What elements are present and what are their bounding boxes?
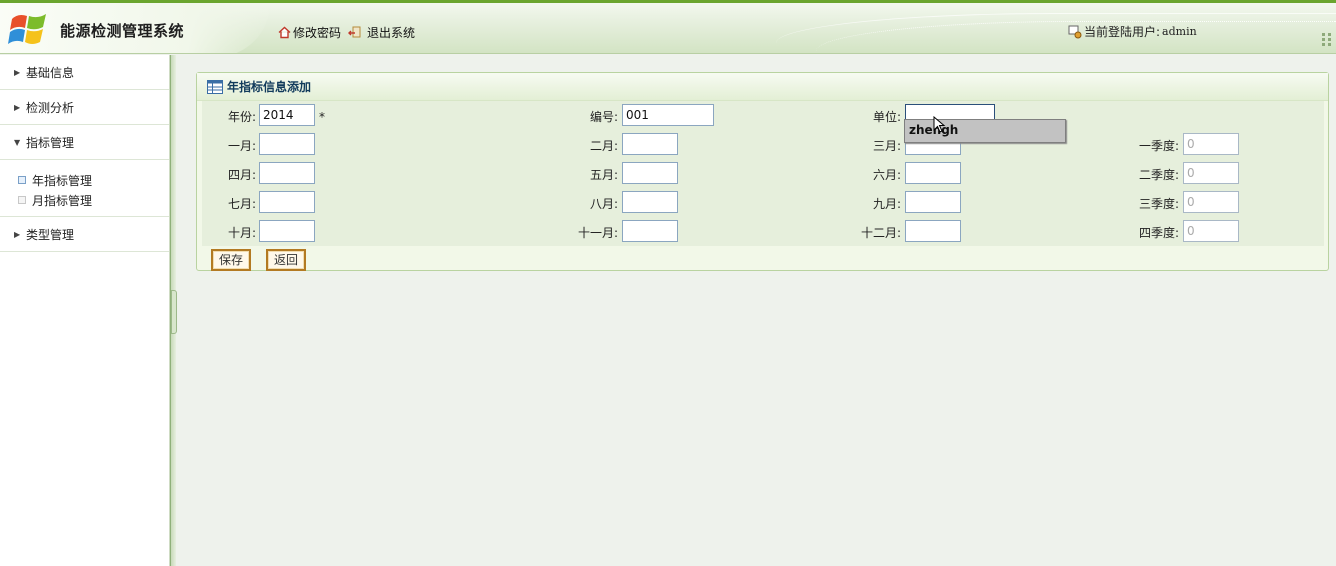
quarter-1-label: 一季度: bbox=[1138, 139, 1179, 153]
month-4-input[interactable] bbox=[259, 162, 315, 184]
month-6-input[interactable] bbox=[905, 162, 961, 184]
panel-title: 年指标信息添加 bbox=[227, 80, 312, 94]
month-11-label: 十一月: bbox=[577, 226, 618, 240]
sidebar-item-type-management[interactable]: ▶ 类型管理 bbox=[0, 217, 169, 252]
table-icon bbox=[207, 79, 223, 94]
sidebar-item-detection-analysis[interactable]: ▶ 检测分析 bbox=[0, 90, 169, 125]
chevron-down-icon: ▼ bbox=[14, 137, 21, 147]
sidebar-splitter[interactable] bbox=[170, 55, 177, 566]
code-label: 编号: bbox=[589, 110, 618, 124]
quarter-2-input bbox=[1183, 162, 1239, 184]
sidebar-item-label: 基础信息 bbox=[26, 65, 75, 80]
sidebar-subitem-year-indicator[interactable]: 年指标管理 bbox=[18, 170, 169, 190]
save-button[interactable]: 保存 bbox=[211, 249, 252, 271]
square-bullet-icon bbox=[18, 176, 26, 184]
unit-label: 单位: bbox=[872, 110, 901, 124]
logout-label: 退出系统 bbox=[367, 26, 416, 40]
logout-icon bbox=[348, 26, 361, 38]
app-title: 能源检测管理系统 bbox=[60, 22, 185, 40]
square-bullet-icon bbox=[18, 196, 26, 204]
month-9-label: 九月: bbox=[872, 197, 901, 211]
month-12-label: 十二月: bbox=[860, 226, 901, 240]
current-user-info: 当前登陆用户: admin bbox=[1068, 23, 1197, 40]
year-input[interactable] bbox=[259, 104, 315, 126]
logout-link[interactable]: 退出系统 bbox=[348, 24, 415, 41]
mouse-cursor-icon bbox=[933, 116, 946, 133]
chevron-right-icon: ▶ bbox=[14, 229, 21, 239]
sidebar-item-label: 指标管理 bbox=[26, 135, 75, 150]
month-3-label: 三月: bbox=[872, 139, 901, 153]
chevron-right-icon: ▶ bbox=[14, 67, 21, 77]
sidebar-item-label: 类型管理 bbox=[26, 227, 75, 242]
month-11-input[interactable] bbox=[622, 220, 678, 242]
month-7-label: 七月: bbox=[227, 197, 256, 211]
autocomplete-suggestion[interactable]: zhengh bbox=[904, 119, 1066, 143]
chevron-right-icon: ▶ bbox=[14, 102, 21, 112]
required-mark: * bbox=[319, 110, 325, 124]
sidebar-subitem-label: 月指标管理 bbox=[32, 193, 93, 208]
month-1-input[interactable] bbox=[259, 133, 315, 155]
quarter-2-label: 二季度: bbox=[1138, 168, 1179, 182]
splitter-handle[interactable] bbox=[171, 290, 177, 334]
month-9-input[interactable] bbox=[905, 191, 961, 213]
current-user-name: admin bbox=[1162, 25, 1197, 38]
month-1-label: 一月: bbox=[227, 139, 256, 153]
code-input[interactable] bbox=[622, 104, 714, 126]
month-5-input[interactable] bbox=[622, 162, 678, 184]
month-5-label: 五月: bbox=[589, 168, 618, 182]
quarter-4-label: 四季度: bbox=[1138, 226, 1179, 240]
current-user-label: 当前登陆用户: bbox=[1084, 25, 1161, 39]
quarter-1-input bbox=[1183, 133, 1239, 155]
month-8-input[interactable] bbox=[622, 191, 678, 213]
back-button[interactable]: 返回 bbox=[266, 249, 307, 271]
panel-header: 年指标信息添加 bbox=[197, 73, 1328, 101]
sidebar-item-basic-info[interactable]: ▶ 基础信息 bbox=[0, 55, 169, 90]
month-8-label: 八月: bbox=[589, 197, 618, 211]
change-password-label: 修改密码 bbox=[293, 26, 342, 40]
month-2-label: 二月: bbox=[589, 139, 618, 153]
quarter-4-input bbox=[1183, 220, 1239, 242]
month-4-label: 四月: bbox=[227, 168, 256, 182]
sidebar: ▶ 基础信息 ▶ 检测分析 ▼ 指标管理 年指标管理 月指标管理 ▶ 类型管理 bbox=[0, 55, 170, 566]
sidebar-subitem-label: 年指标管理 bbox=[32, 173, 93, 188]
sidebar-submenu: 年指标管理 月指标管理 bbox=[0, 160, 169, 217]
month-7-input[interactable] bbox=[259, 191, 315, 213]
month-10-label: 十月: bbox=[227, 226, 256, 240]
change-password-link[interactable]: 修改密码 bbox=[278, 24, 341, 41]
sidebar-item-label: 检测分析 bbox=[26, 100, 75, 115]
month-2-input[interactable] bbox=[622, 133, 678, 155]
month-6-label: 六月: bbox=[872, 168, 901, 182]
sidebar-subitem-month-indicator[interactable]: 月指标管理 bbox=[18, 190, 169, 210]
month-10-input[interactable] bbox=[259, 220, 315, 242]
sidebar-item-indicator-management[interactable]: ▼ 指标管理 bbox=[0, 125, 169, 160]
month-12-input[interactable] bbox=[905, 220, 961, 242]
user-icon bbox=[1068, 25, 1082, 38]
quarter-3-input bbox=[1183, 191, 1239, 213]
year-label: 年份: bbox=[227, 110, 256, 124]
grip-icon bbox=[1322, 33, 1331, 46]
quarter-3-label: 三季度: bbox=[1138, 197, 1179, 211]
windows-logo-icon bbox=[8, 14, 46, 44]
home-icon bbox=[278, 26, 291, 39]
top-header: 能源检测管理系统 修改密码 退出系统 当前登陆用户: admin bbox=[0, 0, 1336, 54]
